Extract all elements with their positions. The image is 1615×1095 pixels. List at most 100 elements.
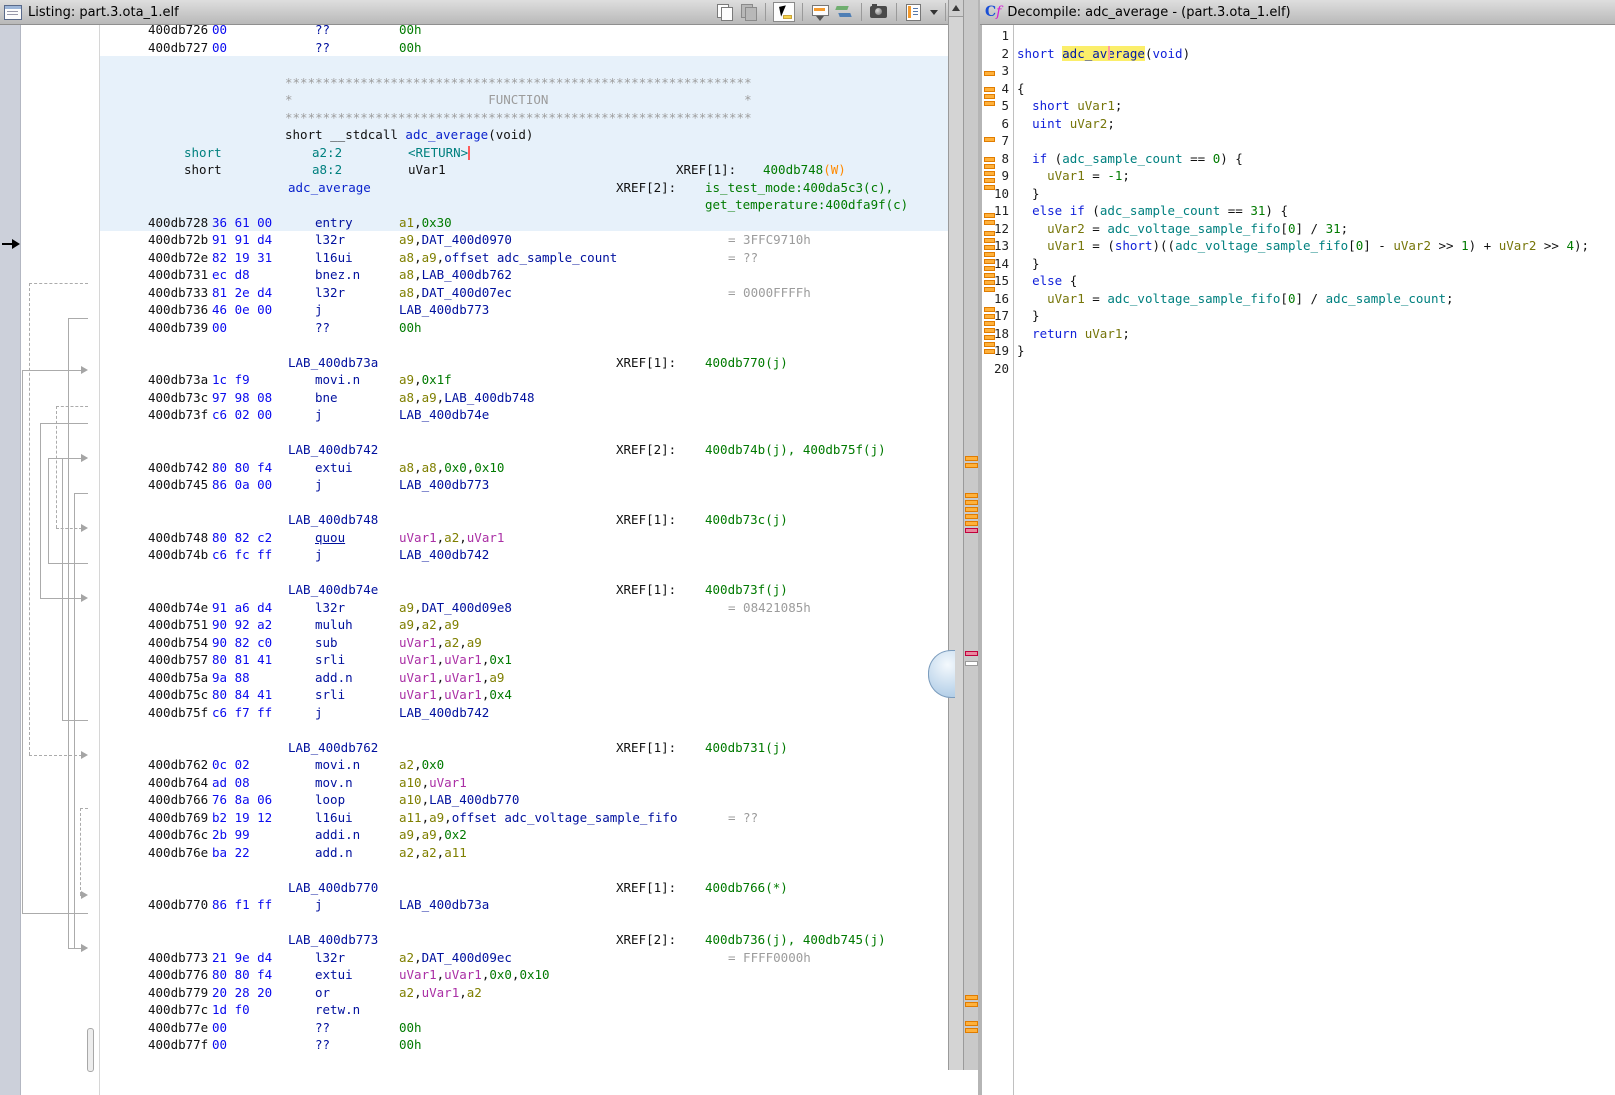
- listing-row[interactable]: LAB_400db762XREF[1]:400db731(j): [100, 739, 948, 757]
- nav-marker[interactable]: [965, 521, 978, 526]
- listing-row[interactable]: LAB_400db73aXREF[1]:400db770(j): [100, 354, 948, 372]
- decompiler-line[interactable]: 3: [982, 62, 1615, 80]
- listing-row[interactable]: 400db77920 28 20ora2,uVar1,a2: [100, 984, 948, 1002]
- nav-marker[interactable]: [965, 500, 978, 505]
- listing-row[interactable]: shorta2:2<RETURN>: [100, 144, 948, 162]
- listing-row[interactable]: 400db72836 61 00entrya1,0x30: [100, 214, 948, 232]
- decompiler-line[interactable]: 15 else {: [982, 272, 1615, 290]
- listing-row[interactable]: 400db76eba 22add.na2,a2,a11: [100, 844, 948, 862]
- cursor-location-icon[interactable]: [773, 2, 795, 22]
- nav-marker[interactable]: [965, 463, 978, 468]
- dropdown-arrow-icon[interactable]: [930, 10, 938, 15]
- listing-row[interactable]: 400db72e82 19 31l16uia8,a9,offset adc_sa…: [100, 249, 948, 267]
- listing-row[interactable]: 400db74586 0a 00jLAB_400db773: [100, 476, 948, 494]
- copy-special-icon[interactable]: [738, 3, 758, 21]
- listing-row[interactable]: * FUNCTION *: [100, 91, 948, 109]
- decompiler-line[interactable]: 8 if (adc_sample_count == 0) {: [982, 150, 1615, 168]
- listing-row[interactable]: 400db77680 80 f4extuiuVar1,uVar1,0x0,0x1…: [100, 966, 948, 984]
- listing-row[interactable]: ****************************************…: [100, 109, 948, 127]
- snapshot-icon[interactable]: [869, 3, 889, 21]
- listing-row[interactable]: 400db73381 2e d4l32ra8,DAT_400d07ec= 000…: [100, 284, 948, 302]
- listing-row[interactable]: 400db76676 8a 06loopa10,LAB_400db770: [100, 791, 948, 809]
- listing-row[interactable]: 400db75190 92 a2muluha9,a2,a9: [100, 616, 948, 634]
- listing-row[interactable]: 400db7620c 02movi.na2,0x0: [100, 756, 948, 774]
- nav-marker[interactable]: [965, 493, 978, 498]
- listing-row[interactable]: 400db77086 f1 ffjLAB_400db73a: [100, 896, 948, 914]
- decompiler-line[interactable]: 19}: [982, 342, 1615, 360]
- decompiler-line[interactable]: 9 uVar1 = -1;: [982, 167, 1615, 185]
- listing-row[interactable]: 400db72b91 91 d4l32ra9,DAT_400d0970= 3FF…: [100, 231, 948, 249]
- listing-row[interactable]: 400db75fc6 f7 ffjLAB_400db742: [100, 704, 948, 722]
- listing-row[interactable]: [100, 564, 948, 582]
- decompiler-line[interactable]: 6 uint uVar2;: [982, 115, 1615, 133]
- listing-row[interactable]: 400db74880 82 c2quouuVar1,a2,uVar1: [100, 529, 948, 547]
- scrollbar-up-arrow-icon[interactable]: [949, 0, 963, 17]
- decompiler-line[interactable]: 7: [982, 132, 1615, 150]
- listing-titlebar[interactable]: Listing: part.3.ota_1.elf: [0, 0, 980, 25]
- nav-marker[interactable]: [965, 1028, 978, 1033]
- listing-row[interactable]: get_temperature:400dfa9f(c): [100, 196, 948, 214]
- listing-row[interactable]: [100, 721, 948, 739]
- nav-marker[interactable]: [965, 651, 978, 656]
- listing-row[interactable]: 400db73c97 98 08bnea8,a9,LAB_400db748: [100, 389, 948, 407]
- listing-row[interactable]: [100, 424, 948, 442]
- listing-vertical-scrollbar[interactable]: [948, 0, 964, 1070]
- listing-row[interactable]: LAB_400db748XREF[1]:400db73c(j): [100, 511, 948, 529]
- listing-row[interactable]: 400db764ad 08mov.na10,uVar1: [100, 774, 948, 792]
- decompiler-line[interactable]: 2short adc_average(void): [982, 45, 1615, 63]
- listing-row[interactable]: short __stdcall adc_average(void): [100, 126, 948, 144]
- listing-view[interactable]: 400db72600??00h400db72700??00h**********…: [0, 25, 980, 1095]
- diff-view-icon[interactable]: [834, 3, 854, 21]
- nav-marker[interactable]: [965, 661, 978, 666]
- decompiler-line[interactable]: 12 uVar2 = adc_voltage_sample_fifo[0] / …: [982, 220, 1615, 238]
- toggle-fields-icon[interactable]: [810, 3, 830, 21]
- listing-row[interactable]: shorta8:2uVar1XREF[1]:400db748(W): [100, 161, 948, 179]
- decompiler-titlebar[interactable]: Cf Decompile: adc_average - (part.3.ota_…: [980, 0, 1615, 25]
- decompiler-line[interactable]: 20: [982, 360, 1615, 378]
- decompiler-line[interactable]: 14 }: [982, 255, 1615, 273]
- nav-marker[interactable]: [965, 1002, 978, 1007]
- listing-row[interactable]: 400db77f00??00h: [100, 1036, 948, 1054]
- listing-row[interactable]: 400db769b2 19 12l16uia11,a9,offset adc_v…: [100, 809, 948, 827]
- listing-row[interactable]: LAB_400db773XREF[2]:400db736(j), 400db74…: [100, 931, 948, 949]
- listing-row[interactable]: 400db77321 9e d4l32ra2,DAT_400d09ec= FFF…: [100, 949, 948, 967]
- decompiler-line[interactable]: 13 uVar1 = (short)((adc_voltage_sample_f…: [982, 237, 1615, 255]
- listing-row[interactable]: 400db75c80 84 41srliuVar1,uVar1,0x4: [100, 686, 948, 704]
- listing-row[interactable]: 400db73a1c f9movi.na9,0x1f: [100, 371, 948, 389]
- listing-row[interactable]: [100, 914, 948, 932]
- listing-row[interactable]: 400db76c2b 99addi.na9,a9,0x2: [100, 826, 948, 844]
- decompiler-line[interactable]: 11 else if (adc_sample_count == 31) {: [982, 202, 1615, 220]
- decompiler-line[interactable]: 4{: [982, 80, 1615, 98]
- nav-marker[interactable]: [965, 507, 978, 512]
- decompiler-view[interactable]: 12short adc_average(void)34{5 short uVar…: [982, 25, 1615, 1095]
- nav-marker[interactable]: [965, 514, 978, 519]
- listing-row[interactable]: 400db77e00??00h: [100, 1019, 948, 1037]
- decompiler-line[interactable]: 18 return uVar1;: [982, 325, 1615, 343]
- nav-marker[interactable]: [965, 995, 978, 1000]
- listing-row[interactable]: 400db75780 81 41srliuVar1,uVar1,0x1: [100, 651, 948, 669]
- listing-row[interactable]: [100, 494, 948, 512]
- copy-icon[interactable]: [714, 3, 734, 21]
- listing-row[interactable]: 400db75a9a 88add.nuVar1,uVar1,a9: [100, 669, 948, 687]
- listing-row[interactable]: adc_averageXREF[2]:is_test_mode:400da5c3…: [100, 179, 948, 197]
- listing-row[interactable]: 400db73fc6 02 00jLAB_400db74e: [100, 406, 948, 424]
- listing-row[interactable]: 400db74bc6 fc ffjLAB_400db742: [100, 546, 948, 564]
- listing-row[interactable]: 400db74e91 a6 d4l32ra9,DAT_400d09e8= 084…: [100, 599, 948, 617]
- listing-row[interactable]: 400db731ec d8bnez.na8,LAB_400db762: [100, 266, 948, 284]
- listing-row[interactable]: 400db73900??00h: [100, 319, 948, 337]
- listing-row[interactable]: ****************************************…: [100, 74, 948, 92]
- panel-options-icon[interactable]: [904, 3, 924, 21]
- listing-row[interactable]: 400db74280 80 f4extuia8,a8,0x0,0x10: [100, 459, 948, 477]
- listing-row[interactable]: [100, 336, 948, 354]
- listing-row[interactable]: 400db73646 0e 00jLAB_400db773: [100, 301, 948, 319]
- listing-row[interactable]: 400db75490 82 c0subuVar1,a2,a9: [100, 634, 948, 652]
- listing-row[interactable]: [100, 861, 948, 879]
- decompiler-line[interactable]: 17 }: [982, 307, 1615, 325]
- decompiler-line[interactable]: 5 short uVar1;: [982, 97, 1615, 115]
- nav-marker[interactable]: [965, 1021, 978, 1026]
- nav-marker[interactable]: [965, 528, 978, 533]
- decompiler-line[interactable]: 10 }: [982, 185, 1615, 203]
- flow-margin-handle[interactable]: [87, 1028, 94, 1072]
- listing-row[interactable]: LAB_400db74eXREF[1]:400db73f(j): [100, 581, 948, 599]
- listing-row[interactable]: [100, 56, 948, 74]
